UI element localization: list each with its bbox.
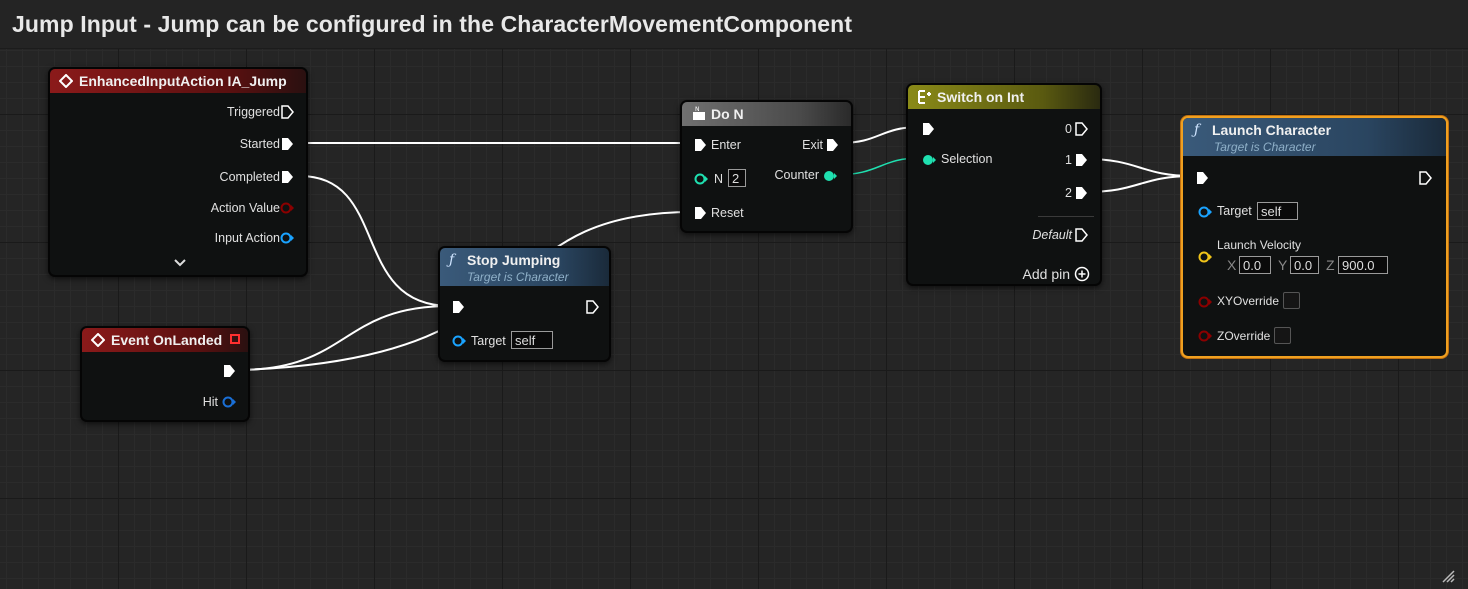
- exec-pin-in[interactable]: [921, 122, 935, 136]
- expand-chevron-icon[interactable]: [174, 259, 186, 267]
- pin-label-counter: Counter: [774, 168, 819, 182]
- node-enhanced-input-action[interactable]: EnhancedInputAction IA_Jump Triggered St…: [48, 67, 308, 277]
- node-subtitle: Target is Character: [467, 270, 569, 284]
- bool-pin-xy-override[interactable]: [1197, 295, 1213, 309]
- pin-label-xy-override: XYOverride: [1217, 294, 1280, 308]
- node-event-onlanded[interactable]: Event OnLanded Hit: [80, 326, 250, 422]
- add-pin-plus-icon[interactable]: [1074, 266, 1090, 282]
- exec-pin-1[interactable]: [1074, 153, 1088, 167]
- node-subtitle: Target is Character: [1214, 140, 1316, 154]
- velocity-y-label: Y: [1278, 257, 1288, 273]
- exec-pin-2[interactable]: [1074, 186, 1088, 200]
- pin-label-hit: Hit: [202, 395, 218, 409]
- exec-pin-in[interactable]: [451, 300, 465, 314]
- pin-label-completed: Completed: [219, 170, 280, 184]
- pin-label-action-value: Action Value: [210, 201, 280, 215]
- blueprint-graph-canvas[interactable]: Jump Input - Jump can be configured in t…: [0, 0, 1468, 589]
- node-title: Switch on Int: [937, 89, 1025, 105]
- function-f-icon: ƒ: [1194, 122, 1200, 138]
- exec-pin-triggered[interactable]: [280, 105, 294, 119]
- xy-override-checkbox[interactable]: [1283, 292, 1300, 309]
- node-launch-character[interactable]: ƒ Launch Character Target is Character T…: [1181, 116, 1448, 358]
- exec-pin-exit[interactable]: [825, 138, 839, 152]
- int-pin-n[interactable]: [693, 172, 709, 186]
- exec-pin-default[interactable]: [1074, 228, 1088, 242]
- velocity-x-label: X: [1227, 257, 1237, 273]
- divider: [1038, 216, 1094, 217]
- macro-icon: N: [693, 106, 705, 120]
- pin-label-target: Target: [1217, 204, 1252, 218]
- event-diamond-icon: [91, 333, 105, 347]
- pin-label-1: 1: [1065, 153, 1072, 167]
- pin-label-selection: Selection: [941, 152, 993, 166]
- comment-resize-grip-icon[interactable]: [1440, 568, 1456, 584]
- pin-label-triggered: Triggered: [226, 105, 280, 119]
- pin-label-reset: Reset: [711, 206, 744, 220]
- function-f-icon: ƒ: [449, 252, 455, 268]
- int-pin-counter[interactable]: [822, 169, 838, 183]
- event-diamond-icon: [59, 74, 73, 88]
- exec-pin-started[interactable]: [280, 137, 294, 151]
- delegate-square-icon: [230, 334, 240, 344]
- exec-pin-out[interactable]: [585, 300, 599, 314]
- exec-pin-reset[interactable]: [693, 206, 707, 220]
- exec-pin-in[interactable]: [1195, 171, 1209, 185]
- velocity-x-field[interactable]: 0.0: [1239, 256, 1271, 274]
- object-pin-target[interactable]: [1197, 205, 1213, 219]
- z-override-checkbox[interactable]: [1274, 327, 1291, 344]
- exec-pin-enter[interactable]: [693, 138, 707, 152]
- pin-label-launch-velocity: Launch Velocity: [1217, 238, 1302, 252]
- node-title: Event OnLanded: [111, 332, 223, 348]
- target-value-field[interactable]: self: [1257, 202, 1298, 220]
- velocity-y-field[interactable]: 0.0: [1290, 256, 1319, 274]
- velocity-z-field[interactable]: 900.0: [1338, 256, 1388, 274]
- exec-pin-0[interactable]: [1074, 122, 1088, 136]
- pin-label-input-action: Input Action: [214, 231, 280, 245]
- node-stop-jumping[interactable]: ƒ Stop Jumping Target is Character Targe…: [438, 246, 611, 362]
- target-value-field[interactable]: self: [511, 331, 553, 349]
- vector-pin-launch-velocity[interactable]: [1197, 250, 1213, 264]
- pin-label-default: Default: [1032, 228, 1072, 242]
- node-title: EnhancedInputAction IA_Jump: [79, 73, 287, 89]
- node-header: [682, 102, 851, 126]
- pin-label-target: Target: [471, 334, 506, 348]
- exec-pin-then[interactable]: [222, 364, 236, 378]
- exec-pin-completed[interactable]: [280, 170, 294, 184]
- pin-label-2: 2: [1065, 186, 1072, 200]
- pin-label-exit: Exit: [802, 138, 823, 152]
- switch-icon: [918, 90, 931, 104]
- wire-completed-to-stopjumping[interactable]: [299, 175, 451, 307]
- bool-pin-action-value[interactable]: [279, 201, 295, 215]
- n-value-field[interactable]: 2: [728, 169, 746, 187]
- pin-label-started: Started: [239, 137, 280, 151]
- pin-label-n: N: [714, 172, 724, 186]
- svg-text:N: N: [695, 106, 700, 113]
- pin-label-enter: Enter: [711, 138, 741, 152]
- node-title: Stop Jumping: [467, 252, 561, 268]
- struct-pin-hit[interactable]: [221, 395, 237, 409]
- velocity-z-label: Z: [1326, 257, 1335, 273]
- pin-label-z-override: ZOverride: [1217, 329, 1271, 343]
- node-title: Do N: [711, 106, 744, 122]
- node-switch-on-int[interactable]: Switch on Int 0 Selection 1 2 Default Ad…: [906, 83, 1102, 286]
- bool-pin-z-override[interactable]: [1197, 329, 1213, 343]
- object-pin-target[interactable]: [451, 334, 467, 348]
- exec-pin-out[interactable]: [1418, 171, 1432, 185]
- add-pin-label[interactable]: Add pin: [1023, 266, 1070, 282]
- int-pin-selection[interactable]: [921, 153, 937, 167]
- node-title: Launch Character: [1212, 122, 1332, 138]
- object-pin-input-action[interactable]: [279, 231, 295, 245]
- pin-label-0: 0: [1065, 122, 1072, 136]
- node-do-n[interactable]: N Do N Enter Exit N 2 Counter Reset: [680, 100, 853, 233]
